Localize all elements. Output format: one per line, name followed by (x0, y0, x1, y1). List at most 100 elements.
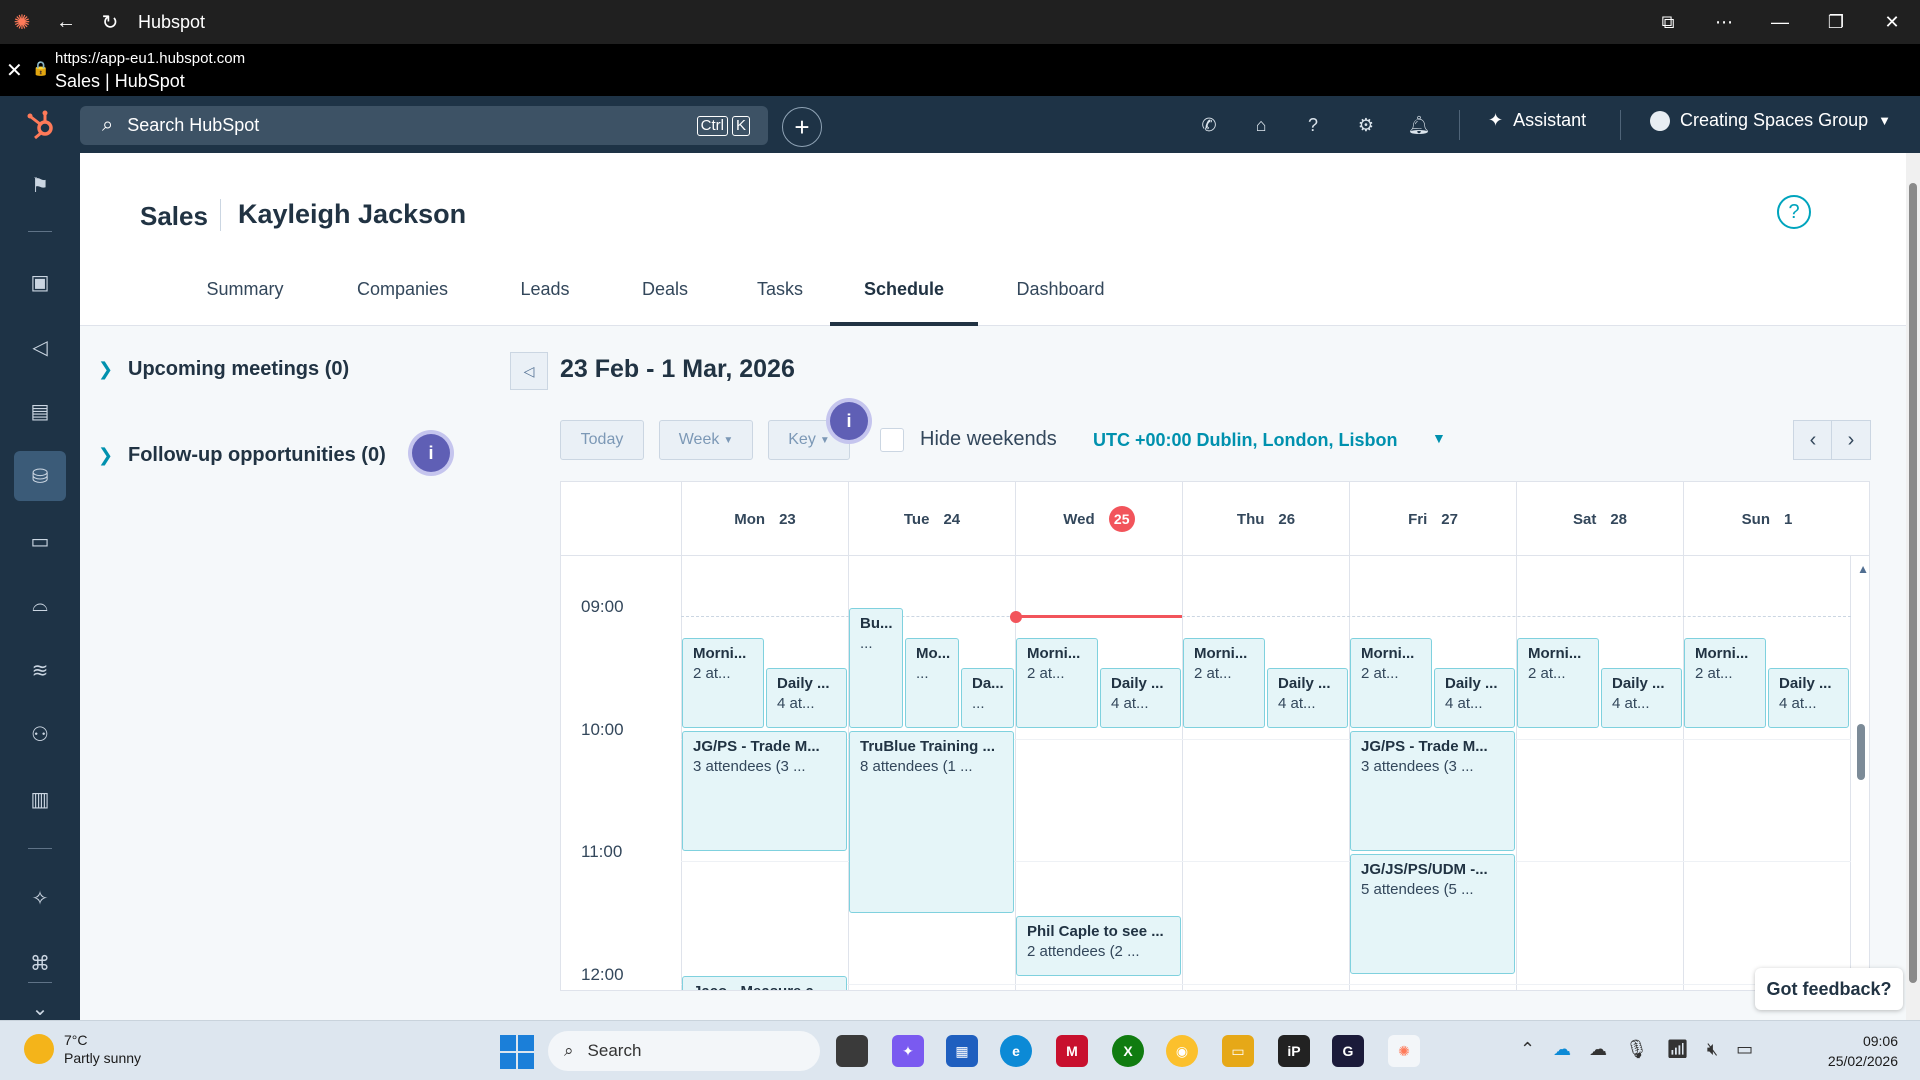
taskbar-search[interactable]: ⌕ Search (548, 1031, 820, 1071)
xbox-icon[interactable]: X (1112, 1035, 1144, 1067)
calendar-event[interactable]: Daily ... 4 at... (1768, 668, 1849, 728)
clock[interactable]: 09:06 25/02/2026 (1818, 1031, 1898, 1071)
content-icon[interactable]: ▤ (20, 391, 60, 431)
info-badge[interactable]: i (830, 402, 868, 440)
calendar-event[interactable]: Morni... 2 at... (1183, 638, 1265, 728)
info-badge[interactable]: i (412, 434, 450, 472)
calendar-event[interactable]: Morni... 2 at... (682, 638, 764, 728)
calendar-event[interactable]: Jaco - Measure a... (682, 976, 847, 990)
chrome-icon[interactable]: ◉ (1166, 1035, 1198, 1067)
calendar-event[interactable]: Daily ... 4 at... (1434, 668, 1515, 728)
marketplace-icon[interactable]: ⌂ (1248, 112, 1274, 138)
minimize-button[interactable]: — (1752, 0, 1808, 44)
caret-down-icon[interactable]: ▼ (1432, 430, 1446, 446)
bell-icon[interactable]: 🔔︎ (1406, 112, 1432, 138)
upcoming-meetings-toggle[interactable]: ❯ Upcoming meetings (0) (98, 358, 349, 381)
cast-icon[interactable]: ⧉ (1640, 0, 1696, 44)
breeze-icon[interactable]: ✧ (20, 878, 60, 918)
timezone-select[interactable]: UTC +00:00 Dublin, London, Lisbon (1093, 430, 1398, 451)
tab-summary[interactable]: Summary (175, 279, 315, 327)
calendar-event[interactable]: Morni... 2 at... (1517, 638, 1599, 728)
github-desktop-icon[interactable]: G (1332, 1035, 1364, 1067)
previous-week-button[interactable]: ‹ (1793, 420, 1833, 460)
help-button[interactable]: ? (1777, 195, 1811, 229)
mcafee-icon[interactable]: M (1056, 1035, 1088, 1067)
file-explorer-icon[interactable]: ▭ (1222, 1035, 1254, 1067)
calendar-event[interactable]: TruBlue Training ... 8 attendees (1 ... (849, 731, 1014, 913)
help-icon[interactable]: ? (1300, 112, 1326, 138)
hubspot-logo-icon[interactable] (24, 108, 58, 142)
chevron-up-icon[interactable]: ⌃ (1520, 1039, 1535, 1060)
task-view-icon[interactable] (836, 1035, 868, 1067)
calendar-event[interactable]: JG/PS - Trade M... 3 attendees (3 ... (682, 731, 847, 851)
calendar-event[interactable]: JG/PS - Trade M... 3 attendees (3 ... (1350, 731, 1515, 851)
gear-icon[interactable]: ⚙ (1353, 112, 1379, 138)
calendar-event[interactable]: Mo...... (905, 638, 959, 728)
feedback-button[interactable]: Got feedback? (1755, 968, 1903, 1010)
calendar-event[interactable]: Morni... 2 at... (1684, 638, 1766, 728)
phone-icon[interactable]: ✆ (1196, 112, 1222, 138)
onedrive-icon[interactable]: ☁ (1553, 1039, 1571, 1060)
calendar-event[interactable]: Morni... 2 at... (1350, 638, 1432, 728)
calendar-event[interactable]: Daily ... 4 at... (1267, 668, 1348, 728)
hide-weekends-label[interactable]: Hide weekends (920, 428, 1057, 451)
microphone-icon[interactable]: 🎙︎ (1625, 1039, 1648, 1060)
megaphone-icon[interactable]: ◁ (20, 327, 60, 367)
calendar-event[interactable]: Daily ... 4 at... (766, 668, 847, 728)
hide-weekends-checkbox[interactable] (880, 428, 904, 452)
scroll-up-arrow-icon[interactable]: ▲ (1857, 562, 1869, 576)
calendar-event[interactable]: Bu...... (849, 608, 903, 728)
back-arrow-icon[interactable]: ← (44, 0, 88, 44)
speaker-muted-icon[interactable]: 🔇︎ (1707, 1039, 1718, 1060)
edge-icon[interactable]: e (1000, 1035, 1032, 1067)
calendar-event[interactable]: JG/JS/PS/UDM -... 5 attendees (5 ... (1350, 854, 1515, 974)
page-scrollbar[interactable] (1906, 153, 1920, 1020)
database-icon[interactable]: ≋ (20, 650, 60, 690)
commerce-icon[interactable]: ▭ (20, 521, 60, 561)
reports-icon[interactable]: ▥ (20, 779, 60, 819)
calendar-event[interactable]: Phil Caple to see ... 2 attendees (2 ... (1016, 916, 1181, 976)
ipad-app-icon[interactable]: iP (1278, 1035, 1310, 1067)
next-week-button[interactable]: › (1831, 420, 1871, 460)
tab-companies[interactable]: Companies (315, 279, 490, 327)
cloud-icon[interactable]: ☁ (1589, 1039, 1607, 1060)
account-menu[interactable]: Creating Spaces Group ▼ (1650, 110, 1891, 131)
calendar-event[interactable]: Daily ... 4 at... (1601, 668, 1682, 728)
calendar-event[interactable]: Daily ... 4 at... (1100, 668, 1181, 728)
follow-up-toggle[interactable]: ❯ Follow-up opportunities (0) (98, 444, 386, 467)
view-select[interactable]: Week ▼ (659, 420, 753, 460)
bookmark-icon[interactable]: ⚑ (20, 165, 60, 205)
refresh-icon[interactable]: ↻ (88, 0, 132, 44)
tab-dashboard[interactable]: Dashboard (978, 279, 1143, 327)
hubspot-taskbar-icon[interactable]: ✺ (1388, 1035, 1420, 1067)
sales-icon[interactable]: ⛁ (14, 451, 66, 501)
url-text[interactable]: https://app-eu1.hubspot.com (55, 50, 245, 67)
close-icon[interactable]: ✕ (6, 58, 23, 83)
create-plus-button[interactable]: + (782, 107, 822, 147)
weather-widget[interactable]: 7°C Partly sunny (24, 1031, 141, 1067)
tab-leads[interactable]: Leads (490, 279, 600, 327)
collapse-panel-button[interactable]: ◁ (510, 352, 548, 390)
store-icon[interactable]: ▦ (946, 1035, 978, 1067)
today-button[interactable]: Today (560, 420, 644, 460)
calendar-scrollbar[interactable] (1857, 724, 1865, 780)
tab-schedule[interactable]: Schedule (830, 279, 978, 327)
automation-icon[interactable]: ⚇ (20, 714, 60, 754)
contacts-icon[interactable]: ▣ (20, 262, 60, 302)
battery-icon[interactable]: ▭ (1736, 1039, 1753, 1060)
search-input[interactable]: ⌕ Search HubSpot Ctrl K (80, 106, 768, 145)
maximize-button[interactable]: ❐ (1808, 0, 1864, 44)
tab-deals[interactable]: Deals (600, 279, 730, 327)
tab-tasks[interactable]: Tasks (730, 279, 830, 327)
breadcrumb-app[interactable]: Sales (140, 201, 208, 232)
windows-start-icon[interactable] (500, 1035, 534, 1069)
more-options-icon[interactable]: ⋯ (1696, 0, 1752, 44)
developer-icon[interactable]: ⌘ (20, 943, 60, 983)
calendar-event[interactable]: Da...... (961, 668, 1014, 728)
calendar-event[interactable]: Morni... 2 at... (1016, 638, 1098, 728)
assistant-button[interactable]: ✦ Assistant (1488, 110, 1586, 131)
close-window-button[interactable]: ✕ (1864, 0, 1920, 44)
service-icon[interactable]: ⌓ (20, 585, 60, 625)
copilot-icon[interactable]: ✦ (892, 1035, 924, 1067)
page-scrollbar-thumb[interactable] (1909, 183, 1917, 983)
